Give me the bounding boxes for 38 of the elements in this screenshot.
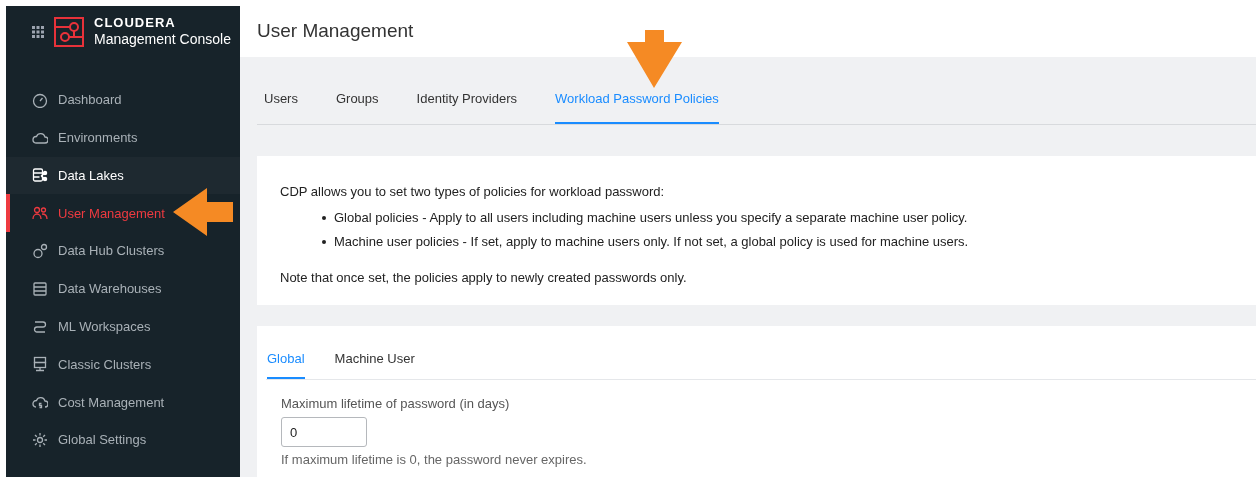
bullet-text: Machine user policies - If set, apply to machine users only. If not set, a global policy is used for machine users. <box>334 232 969 251</box>
tab[interactable]: Machine User <box>334 349 415 379</box>
sidebar-item[interactable]: Data Hub Clusters <box>6 232 240 270</box>
product-name: Management Console <box>94 31 231 49</box>
intro-text: CDP allows you to set two types of policies for workload password: <box>280 183 666 201</box>
sidebar-item[interactable]: Cost Management <box>6 383 240 422</box>
pointer-arrow <box>173 188 234 236</box>
circles-icon <box>32 243 48 260</box>
note-text: Note that once set, the policies apply to newly created passwords only. <box>280 268 688 287</box>
sidebar-item[interactable]: Dashboard <box>6 81 240 119</box>
logo-icon <box>54 17 84 47</box>
tab[interactable]: Identity Providers <box>416 88 518 124</box>
page-title: User Management <box>257 19 414 44</box>
database-share-icon <box>32 167 48 184</box>
sidebar-item[interactable]: Data Warehouses <box>6 270 240 308</box>
server-icon <box>32 356 48 373</box>
app-grid-icon[interactable] <box>32 26 44 38</box>
layers-icon <box>32 280 48 297</box>
cloud-dollar-icon <box>32 394 48 411</box>
sidebar-item[interactable]: Global Settings <box>6 421 240 459</box>
input-field[interactable]: 0 <box>281 417 367 447</box>
sidebar-item[interactable]: ML Workspaces <box>6 307 240 346</box>
field-label: Maximum lifetime of password (in days) <box>281 394 511 413</box>
bullet-text: Global policies - Apply to all users including machine users unless you specify a separate machine user policy. <box>334 208 968 227</box>
sidebar-item[interactable]: Environments <box>6 118 240 157</box>
brand-name: CLOUDERA <box>94 15 177 32</box>
tab[interactable]: Users <box>264 88 298 124</box>
squiggle-icon <box>32 318 48 335</box>
gauge-icon <box>32 91 48 108</box>
bullet-icon <box>322 239 326 244</box>
tab[interactable]: Groups <box>335 88 379 124</box>
help-text: If maximum lifetime is 0, the password never expires. <box>281 451 588 469</box>
users-icon <box>32 205 48 222</box>
bullet-icon <box>322 215 326 220</box>
sidebar-item[interactable]: Classic Clusters <box>6 345 240 384</box>
pointer-arrow <box>627 30 682 88</box>
gear-icon <box>32 432 48 449</box>
sidebar-item[interactable]: Data Lakes <box>6 156 240 195</box>
